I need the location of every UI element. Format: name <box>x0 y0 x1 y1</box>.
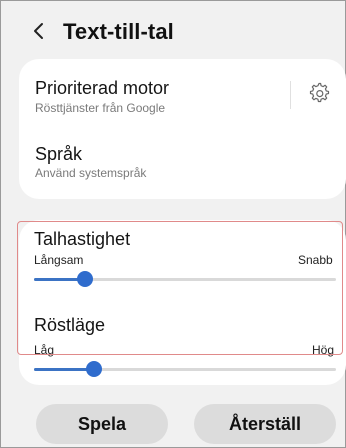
preferred-engine-row[interactable]: Prioriterad motor Rösttjänster från Goog… <box>19 67 289 121</box>
speech-rate-label: Talhastighet <box>34 229 131 249</box>
page-title: Text-till-tal <box>63 19 174 44</box>
preferred-engine-sub: Rösttjänster från Google <box>35 101 166 115</box>
pitch-max-label: Hög <box>312 343 335 357</box>
speech-rate-thumb[interactable] <box>77 271 93 287</box>
back-chevron-icon[interactable] <box>29 21 49 41</box>
speech-rate-max-label: Snabb <box>298 253 333 267</box>
language-sub: Använd systemspråk <box>35 166 147 180</box>
engine-divider <box>290 81 291 109</box>
reset-button[interactable]: Återställ <box>194 404 336 444</box>
settings-screen: Text-till-tal Prioriterad motor Rösttjän… <box>0 0 346 448</box>
language-label: Språk <box>35 144 83 164</box>
language-row[interactable]: Språk Använd systemspråk <box>19 135 346 187</box>
pitch-min-label: Låg <box>34 343 55 357</box>
pitch-thumb[interactable] <box>86 361 102 377</box>
pitch-slider[interactable] <box>34 359 336 379</box>
preferred-engine-label: Prioriterad motor <box>35 78 170 98</box>
pitch-label: Röstläge <box>34 315 106 335</box>
pitch-fill <box>34 368 94 371</box>
header: Text-till-tal <box>1 1 345 59</box>
speech-rate-slider[interactable] <box>34 269 336 289</box>
speech-rate-min-label: Långsam <box>34 253 84 267</box>
gear-icon[interactable] <box>307 81 331 105</box>
play-button[interactable]: Spela <box>36 404 168 444</box>
